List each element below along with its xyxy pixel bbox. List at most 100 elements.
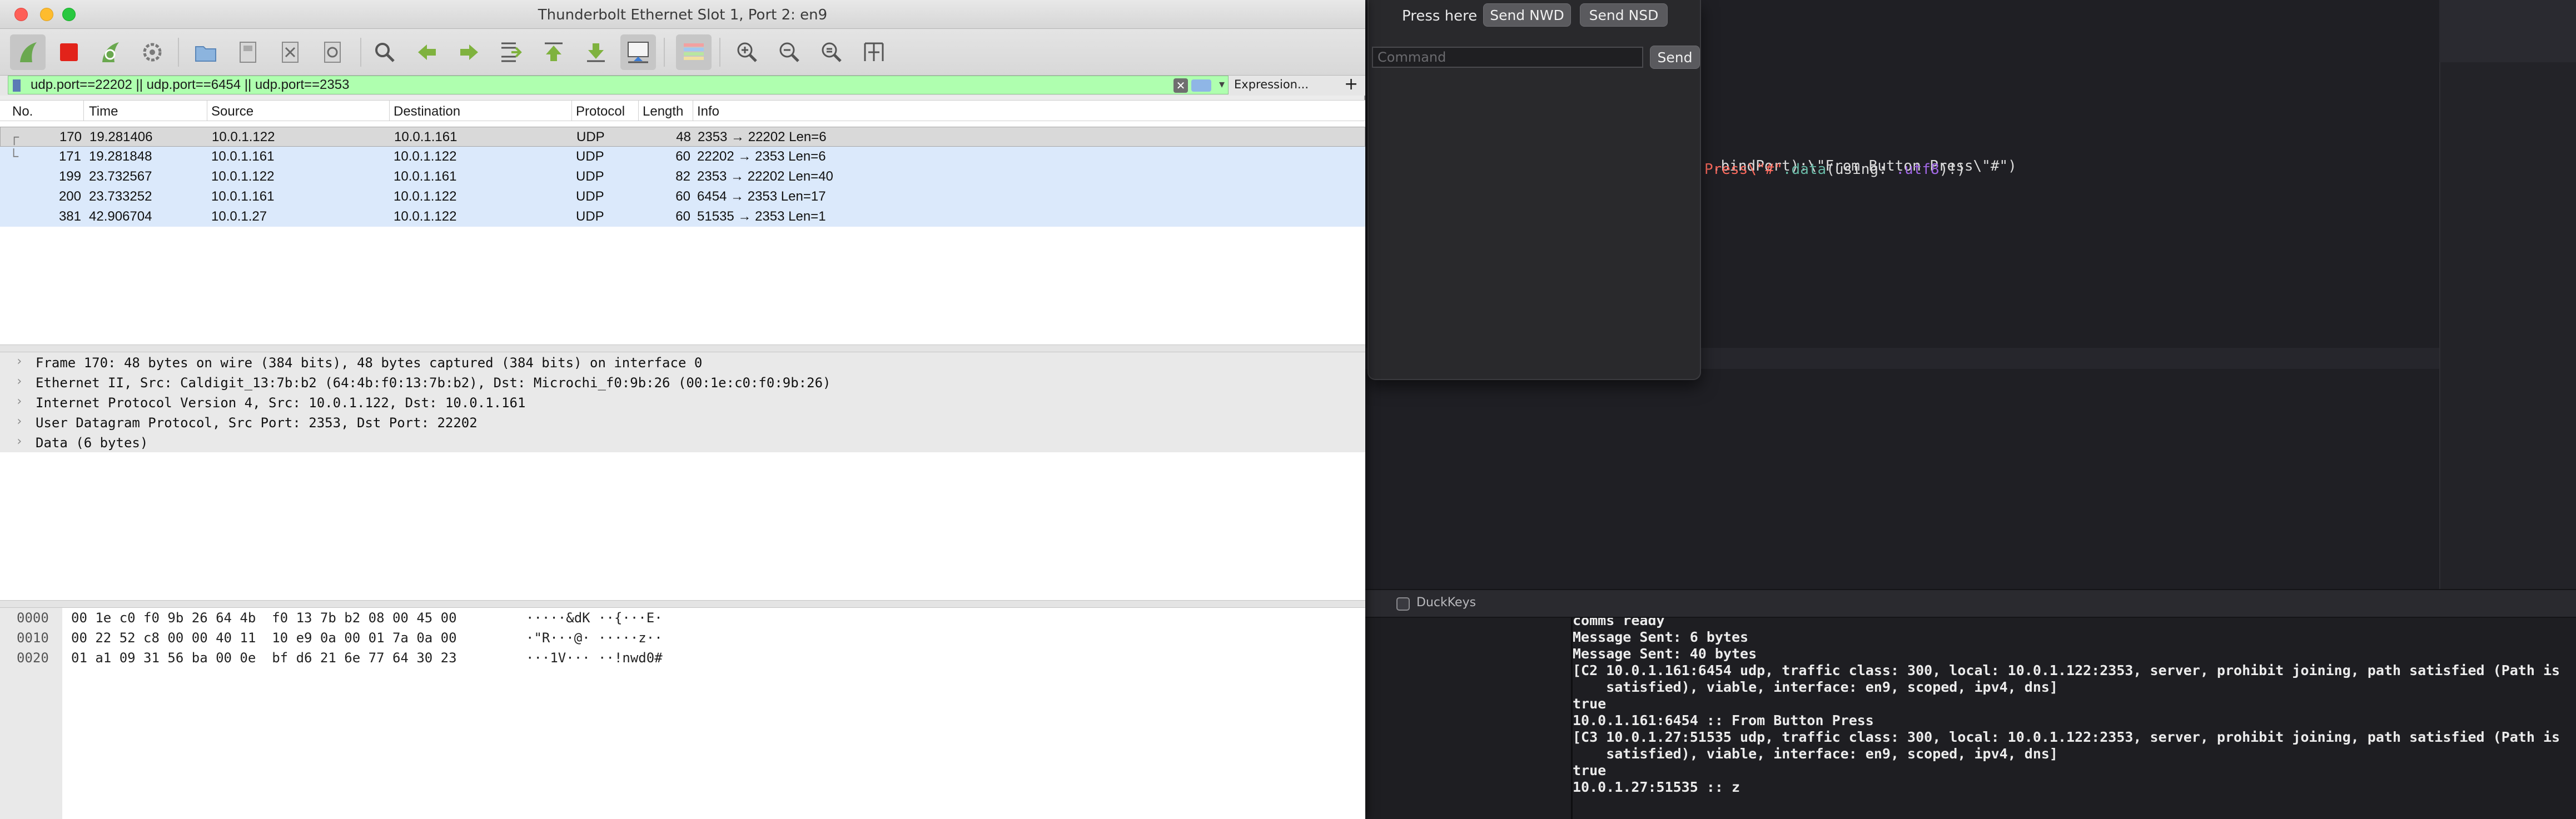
console-line: true bbox=[1573, 696, 1607, 712]
packet-no: 381 bbox=[58, 209, 81, 224]
packet-info: 6454 → 2353 Len=17 bbox=[697, 189, 826, 204]
stop-capture-icon[interactable] bbox=[51, 34, 87, 70]
clear-filter-icon[interactable]: ✕ bbox=[1173, 78, 1188, 93]
title-bar[interactable]: Thunderbolt Ethernet Slot 1, Port 2: en9 bbox=[0, 0, 1365, 29]
reload-file-icon[interactable] bbox=[315, 34, 350, 70]
go-last-icon[interactable] bbox=[578, 34, 614, 70]
packet-row[interactable]: 199 23.732567 10.0.1.122 10.0.1.161 UDP … bbox=[0, 167, 1365, 187]
packet-row[interactable]: 381 42.906704 10.0.1.27 10.0.1.122 UDP 6… bbox=[0, 207, 1365, 227]
column-no[interactable]: No. bbox=[12, 104, 33, 119]
go-first-icon[interactable] bbox=[536, 34, 571, 70]
details-text: Frame 170: 48 bytes on wire (384 bits), … bbox=[36, 355, 703, 371]
details-tree-item[interactable]: › User Datagram Protocol, Src Port: 2353… bbox=[0, 412, 1365, 432]
sender-window: Press here Send NWD Send NSD Send bbox=[1367, 0, 1701, 380]
debug-bar: DuckKeys bbox=[1365, 589, 2576, 618]
packet-no: 171 bbox=[58, 149, 81, 164]
expression-button[interactable]: Expression... bbox=[1234, 78, 1309, 91]
zoom-out-icon[interactable] bbox=[772, 34, 807, 70]
console-line: true bbox=[1573, 762, 1607, 778]
find-packet-icon[interactable] bbox=[367, 34, 402, 70]
colorize-icon[interactable] bbox=[676, 34, 712, 70]
resize-columns-icon[interactable] bbox=[856, 34, 892, 70]
packet-source: 10.0.1.161 bbox=[211, 189, 275, 204]
bookmark-icon[interactable] bbox=[13, 79, 21, 92]
filter-text: udp.port==22202 || udp.port==6454 || udp… bbox=[31, 77, 350, 92]
details-tree-item[interactable]: › Ethernet II, Src: Caldigit_13:7b:b2 (6… bbox=[0, 372, 1365, 392]
chevron-right-icon[interactable]: › bbox=[16, 374, 23, 388]
packet-info: 22202 → 2353 Len=6 bbox=[697, 149, 826, 164]
packet-details-pane[interactable]: › Frame 170: 48 bytes on wire (384 bits)… bbox=[0, 352, 1365, 600]
console-output[interactable]: comms ready Message Sent: 6 bytes Messag… bbox=[1573, 618, 2576, 819]
send-nsd-button[interactable]: Send NSD bbox=[1580, 3, 1668, 27]
zoom-in-icon[interactable] bbox=[729, 34, 765, 70]
go-forward-icon[interactable] bbox=[451, 34, 487, 70]
save-file-icon[interactable] bbox=[230, 34, 266, 70]
packet-time: 19.281406 bbox=[89, 129, 153, 144]
packet-info: 2353 → 22202 Len=40 bbox=[697, 169, 833, 184]
go-to-packet-icon[interactable] bbox=[494, 34, 529, 70]
byte-hex[interactable]: 00 22 52 c8 00 00 40 11 10 e9 0a 00 01 7… bbox=[71, 630, 457, 646]
minimap[interactable] bbox=[2439, 0, 2576, 589]
packet-destination: 10.0.1.161 bbox=[394, 129, 457, 144]
pane-splitter[interactable] bbox=[0, 344, 1365, 352]
close-file-icon[interactable] bbox=[272, 34, 308, 70]
chevron-down-icon[interactable]: ▾ bbox=[1219, 77, 1225, 91]
packet-bytes-pane[interactable]: 0000 00 1e c0 f0 9b 26 64 4b f0 13 7b b2… bbox=[0, 608, 1365, 819]
send-nwd-button[interactable]: Send NWD bbox=[1483, 3, 1571, 27]
chevron-right-icon[interactable]: › bbox=[16, 415, 23, 428]
duckkeys-label: DuckKeys bbox=[1416, 596, 1476, 610]
command-input[interactable] bbox=[1372, 47, 1643, 68]
byte-ascii[interactable]: ·····&dK ··{···E· bbox=[526, 610, 663, 626]
packet-destination: 10.0.1.122 bbox=[394, 189, 457, 204]
details-tree-item[interactable]: › Internet Protocol Version 4, Src: 10.0… bbox=[0, 392, 1365, 412]
column-source[interactable]: Source bbox=[211, 104, 253, 119]
capture-options-icon[interactable] bbox=[135, 34, 170, 70]
column-time[interactable]: Time bbox=[89, 104, 118, 119]
byte-ascii[interactable]: ···1V··· ··!nwd0# bbox=[526, 650, 663, 666]
packet-time: 19.281848 bbox=[89, 149, 152, 164]
add-filter-button[interactable]: + bbox=[1344, 74, 1358, 94]
packet-row[interactable]: ┌ 170 19.281406 10.0.1.122 10.0.1.161 UD… bbox=[0, 127, 1365, 147]
byte-hex[interactable]: 01 a1 09 31 56 ba 00 0e bf d6 21 6e 77 6… bbox=[71, 650, 457, 666]
pane-splitter[interactable] bbox=[0, 600, 1365, 608]
send-button[interactable]: Send bbox=[1650, 46, 1700, 69]
column-info[interactable]: Info bbox=[697, 104, 719, 119]
packet-protocol: UDP bbox=[576, 129, 605, 144]
chevron-right-icon[interactable]: › bbox=[16, 354, 23, 368]
packet-info: 51535 → 2353 Len=1 bbox=[697, 209, 826, 224]
details-tree-item[interactable]: › Data (6 bytes) bbox=[0, 432, 1365, 452]
packet-protocol: UDP bbox=[576, 169, 604, 184]
duckkeys-checkbox[interactable] bbox=[1396, 597, 1410, 611]
column-length[interactable]: Length bbox=[643, 104, 688, 119]
restart-capture-icon[interactable] bbox=[92, 34, 128, 70]
packet-row[interactable]: └ 171 19.281848 10.0.1.161 10.0.1.122 UD… bbox=[0, 147, 1365, 167]
apply-filter-icon[interactable] bbox=[1191, 79, 1211, 92]
console-line: [C3 10.0.1.27:51535 udp, traffic class: … bbox=[1573, 729, 2560, 745]
byte-offset: 0020 bbox=[17, 650, 49, 666]
code-text: )!) bbox=[1939, 161, 1966, 178]
packet-row[interactable]: 200 23.733252 10.0.1.161 10.0.1.122 UDP … bbox=[0, 187, 1365, 207]
byte-ascii[interactable]: ·"R···@· ·····z·· bbox=[526, 630, 663, 646]
details-tree-item[interactable]: › Frame 170: 48 bytes on wire (384 bits)… bbox=[0, 352, 1365, 372]
conversation-bracket: ┌ bbox=[9, 129, 19, 144]
packet-length: 60 bbox=[675, 209, 690, 224]
chevron-right-icon[interactable]: › bbox=[16, 394, 23, 408]
chevron-right-icon[interactable]: › bbox=[16, 435, 23, 448]
console-line: [C2 10.0.1.161:6454 udp, traffic class: … bbox=[1573, 662, 2560, 678]
go-back-icon[interactable] bbox=[409, 34, 445, 70]
normal-size-icon[interactable] bbox=[814, 34, 849, 70]
byte-hex[interactable]: 00 1e c0 f0 9b 26 64 4b f0 13 7b b2 08 0… bbox=[71, 610, 457, 626]
packet-list[interactable]: ┌ 170 19.281406 10.0.1.122 10.0.1.161 UD… bbox=[0, 121, 1365, 344]
packet-time: 23.732567 bbox=[89, 169, 152, 184]
details-text: Internet Protocol Version 4, Src: 10.0.1… bbox=[36, 395, 526, 411]
open-file-icon[interactable] bbox=[188, 34, 223, 70]
packet-time: 42.906704 bbox=[89, 209, 152, 224]
column-destination[interactable]: Destination bbox=[394, 104, 460, 119]
minimap-viewport[interactable] bbox=[2439, 0, 2576, 62]
shark-fin-start-icon[interactable] bbox=[10, 34, 46, 70]
auto-scroll-icon[interactable] bbox=[620, 34, 656, 70]
code-keyword: .utf8 bbox=[1896, 161, 1940, 178]
packet-destination: 10.0.1.161 bbox=[394, 169, 457, 184]
column-protocol[interactable]: Protocol bbox=[576, 104, 625, 119]
display-filter-input[interactable]: udp.port==22202 || udp.port==6454 || udp… bbox=[8, 76, 1229, 94]
